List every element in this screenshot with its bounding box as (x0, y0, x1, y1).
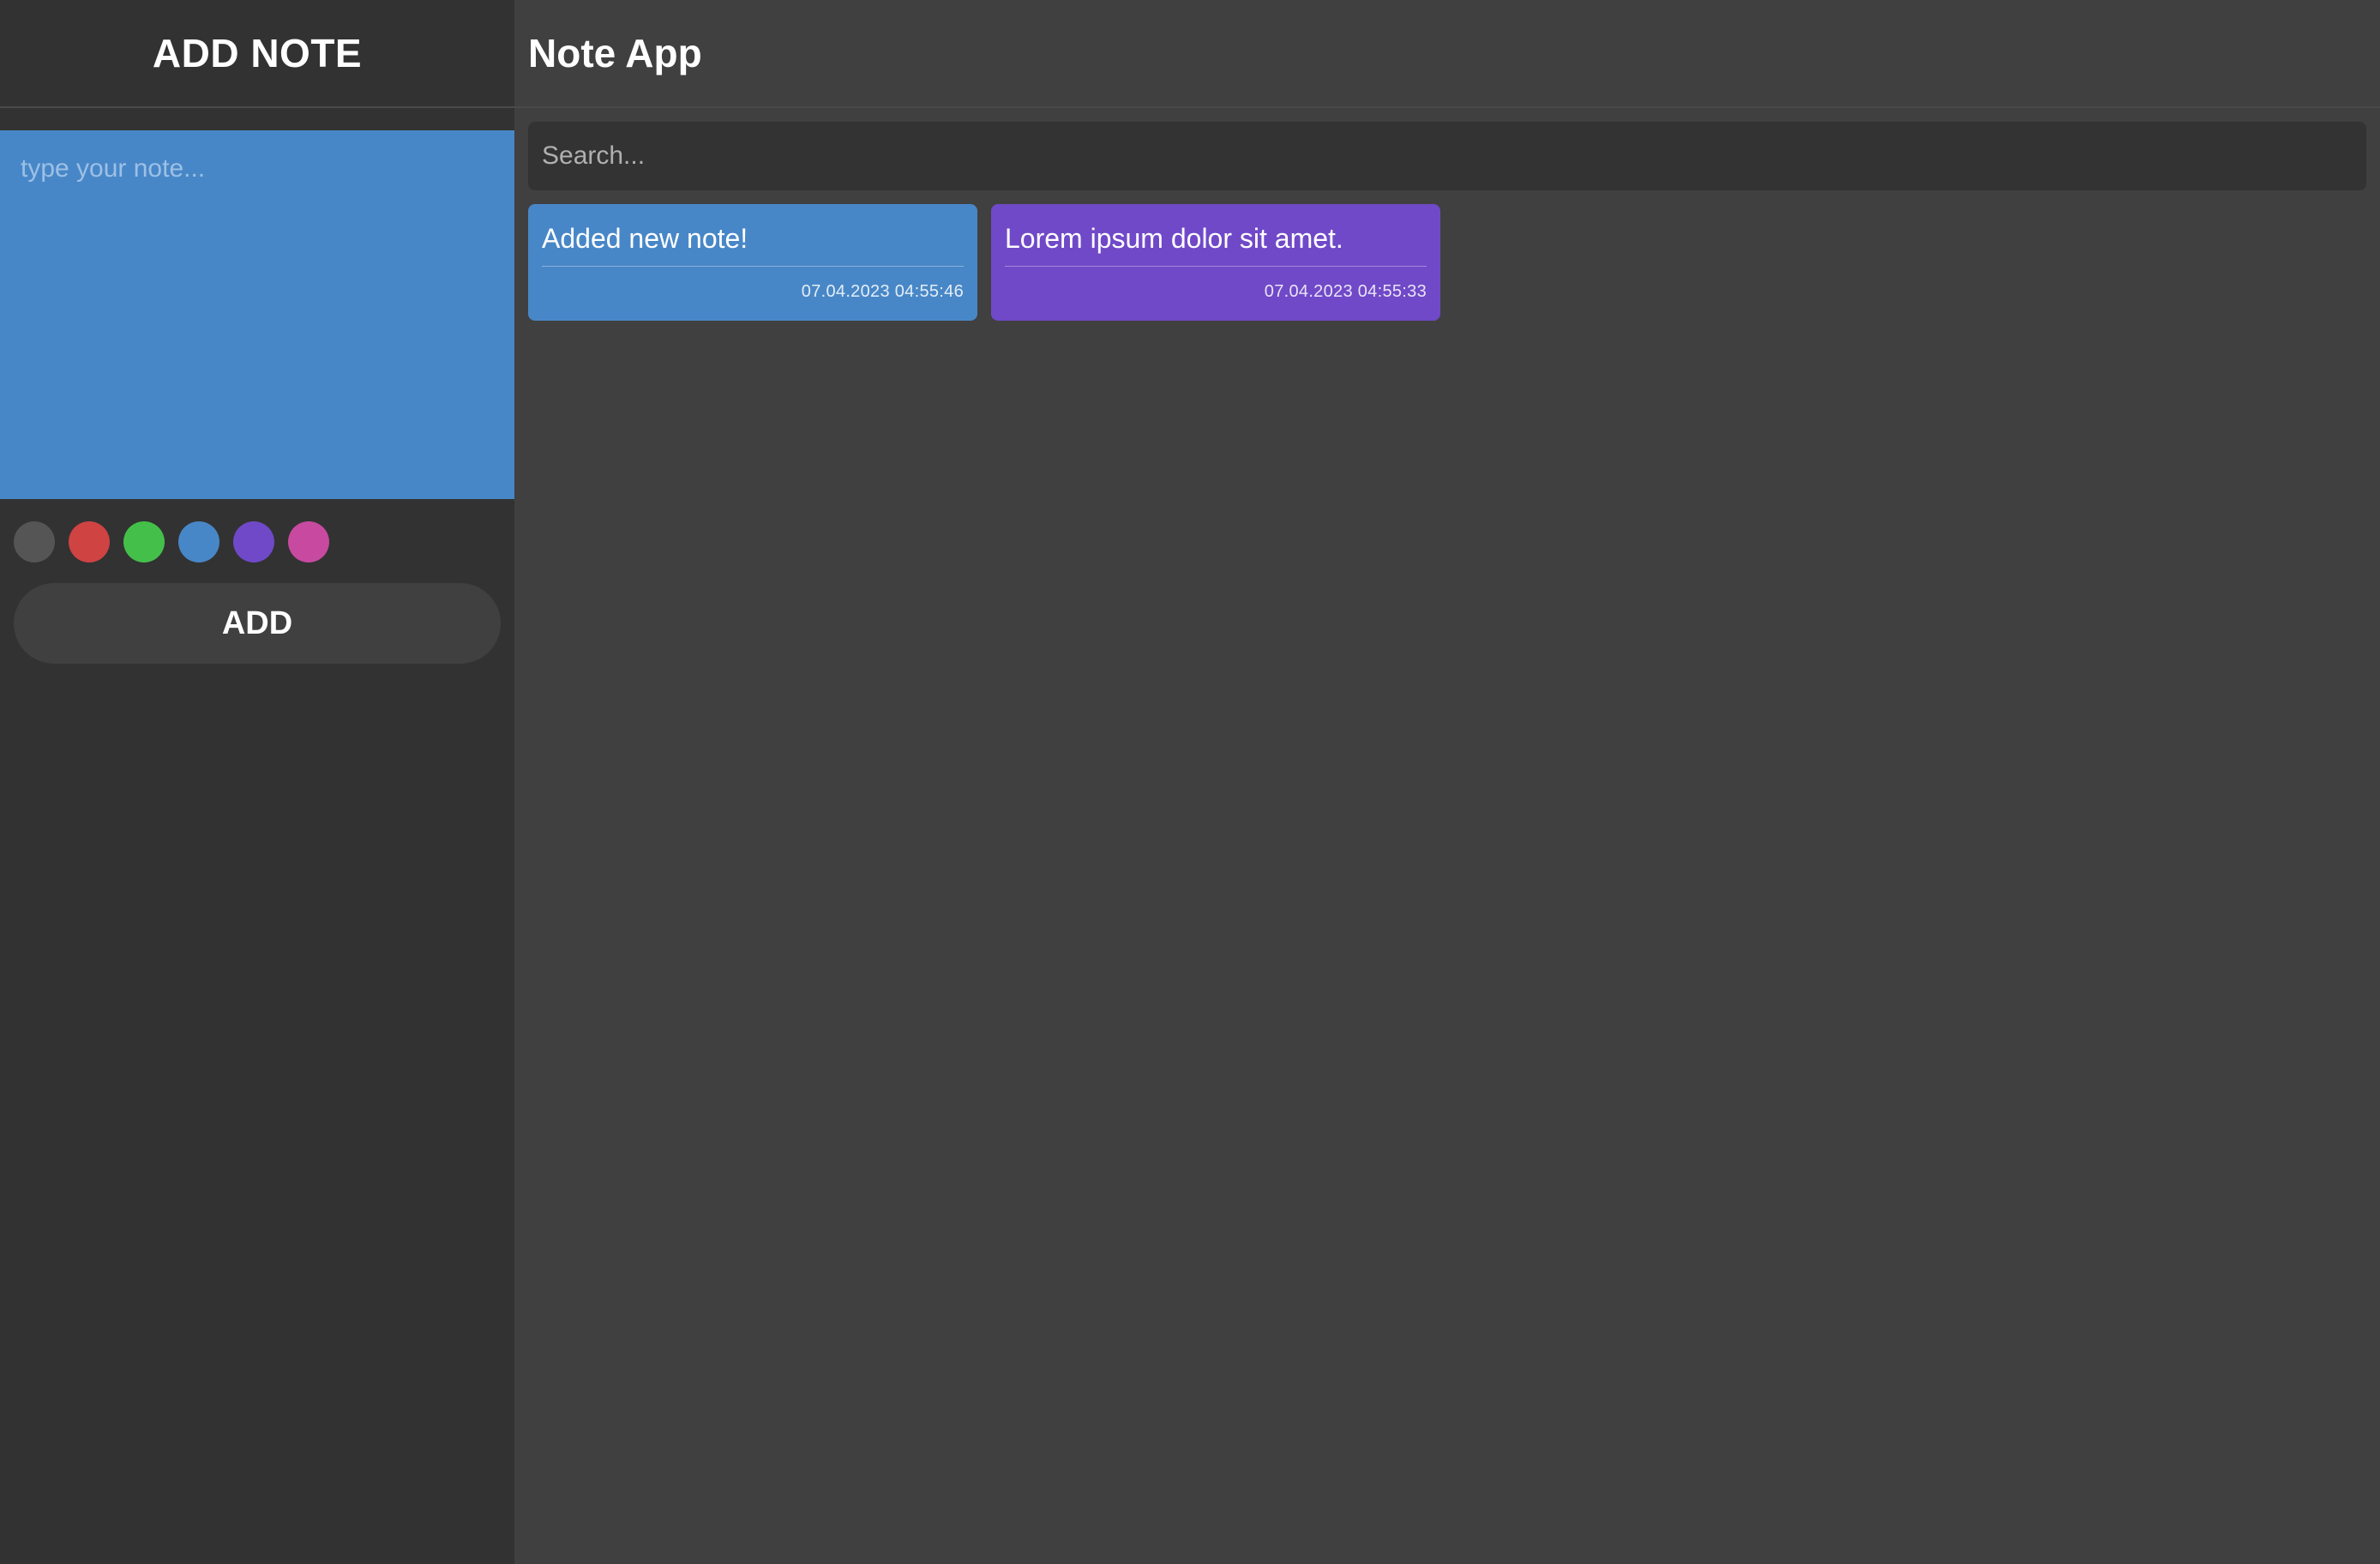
color-swatch-purple[interactable] (233, 521, 274, 562)
main-content: Note App Added new note! 07.04.2023 04:5… (514, 0, 2380, 1564)
note-date: 07.04.2023 04:55:46 (801, 282, 964, 301)
search-input[interactable] (528, 122, 2366, 190)
page-title: Note App (528, 31, 702, 75)
sidebar: ADD NOTE ADD (0, 0, 514, 1564)
color-swatch-pink[interactable] (288, 521, 329, 562)
note-text: Added new note! (542, 221, 964, 267)
main-header: Note App (514, 0, 2380, 108)
color-swatch-red[interactable] (69, 521, 110, 562)
notes-grid: Added new note! 07.04.2023 04:55:46 Lore… (514, 190, 2380, 321)
note-app: ADD NOTE ADD Note App Added new note! 07… (0, 0, 2380, 1564)
note-date: 07.04.2023 04:55:33 (1264, 282, 1427, 301)
color-swatch-green[interactable] (123, 521, 165, 562)
sidebar-title: ADD NOTE (152, 31, 363, 75)
note-text: Lorem ipsum dolor sit amet. (1005, 221, 1427, 267)
color-picker (0, 499, 514, 562)
color-swatch-blue[interactable] (178, 521, 219, 562)
add-button[interactable]: ADD (14, 583, 501, 664)
sidebar-header: ADD NOTE (0, 0, 514, 108)
note-textarea[interactable] (0, 130, 514, 499)
color-swatch-gray[interactable] (14, 521, 55, 562)
note-card[interactable]: Added new note! 07.04.2023 04:55:46 (528, 204, 977, 321)
note-card[interactable]: Lorem ipsum dolor sit amet. 07.04.2023 0… (991, 204, 1440, 321)
